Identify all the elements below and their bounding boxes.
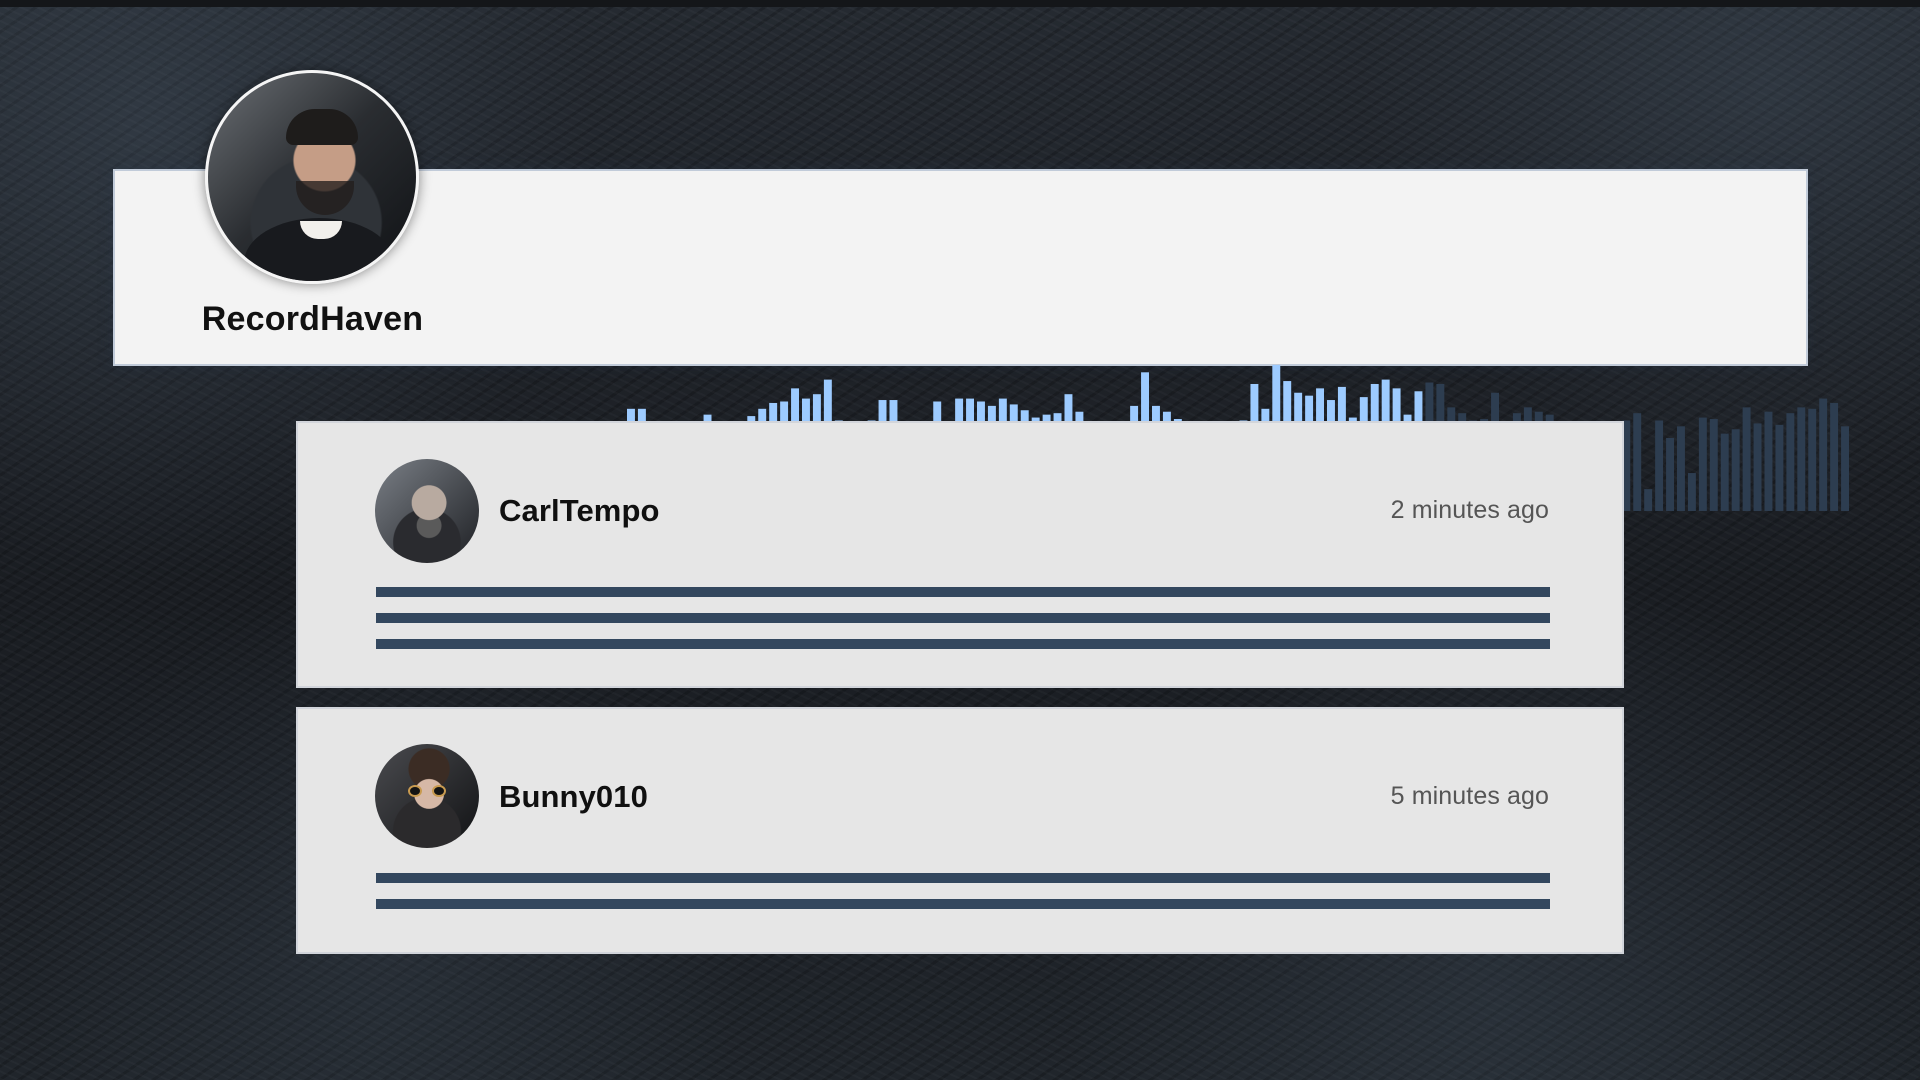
comment-feed-screen: RecordHaven CarlTempo 2 minutes ago Bunn… (0, 0, 1920, 1080)
waveform-bar[interactable] (1666, 438, 1674, 511)
comment-username[interactable]: Bunny010 (499, 779, 648, 815)
avatar-beard (296, 181, 354, 215)
sunglasses-icon (408, 785, 446, 797)
waveform-bar[interactable] (1698, 417, 1707, 511)
comment-text-line (376, 587, 1550, 597)
comment-card: Bunny010 5 minutes ago (296, 707, 1624, 954)
waveform-bar[interactable] (1753, 423, 1762, 511)
comment-username[interactable]: CarlTempo (499, 493, 660, 529)
waveform-bar[interactable] (1677, 426, 1685, 511)
artist-name[interactable]: RecordHaven (170, 300, 455, 339)
waveform-bar[interactable] (1808, 408, 1817, 511)
comment-card: CarlTempo 2 minutes ago (296, 421, 1624, 688)
comment-text-line (376, 613, 1550, 623)
waveform-bar[interactable] (1709, 419, 1718, 511)
waveform-bar[interactable] (1720, 433, 1729, 511)
waveform-bar[interactable] (1644, 489, 1653, 511)
waveform-bar[interactable] (1797, 407, 1806, 511)
top-edge-strip (0, 0, 1920, 7)
waveform-bar[interactable] (1633, 413, 1642, 511)
comment-text-line (376, 639, 1550, 649)
comment-timestamp: 5 minutes ago (1390, 782, 1549, 810)
waveform-bar[interactable] (1742, 407, 1751, 511)
waveform-bar[interactable] (1819, 398, 1828, 511)
avatar-hair (286, 109, 358, 145)
waveform-bar[interactable] (1687, 473, 1696, 511)
comment-text-line (376, 899, 1550, 909)
waveform-bar[interactable] (1830, 402, 1839, 511)
waveform-bar[interactable] (1731, 429, 1740, 511)
waveform-bar[interactable] (1775, 424, 1784, 511)
commenter-avatar[interactable] (375, 744, 479, 848)
comment-text-line (376, 873, 1550, 883)
waveform-bar[interactable] (1655, 420, 1664, 511)
waveform-bar[interactable] (1841, 426, 1849, 511)
waveform-bar[interactable] (1764, 411, 1773, 511)
comment-timestamp: 2 minutes ago (1390, 496, 1549, 524)
waveform-bar[interactable] (1786, 413, 1795, 511)
artist-avatar[interactable] (205, 70, 419, 284)
commenter-avatar[interactable] (375, 459, 479, 563)
